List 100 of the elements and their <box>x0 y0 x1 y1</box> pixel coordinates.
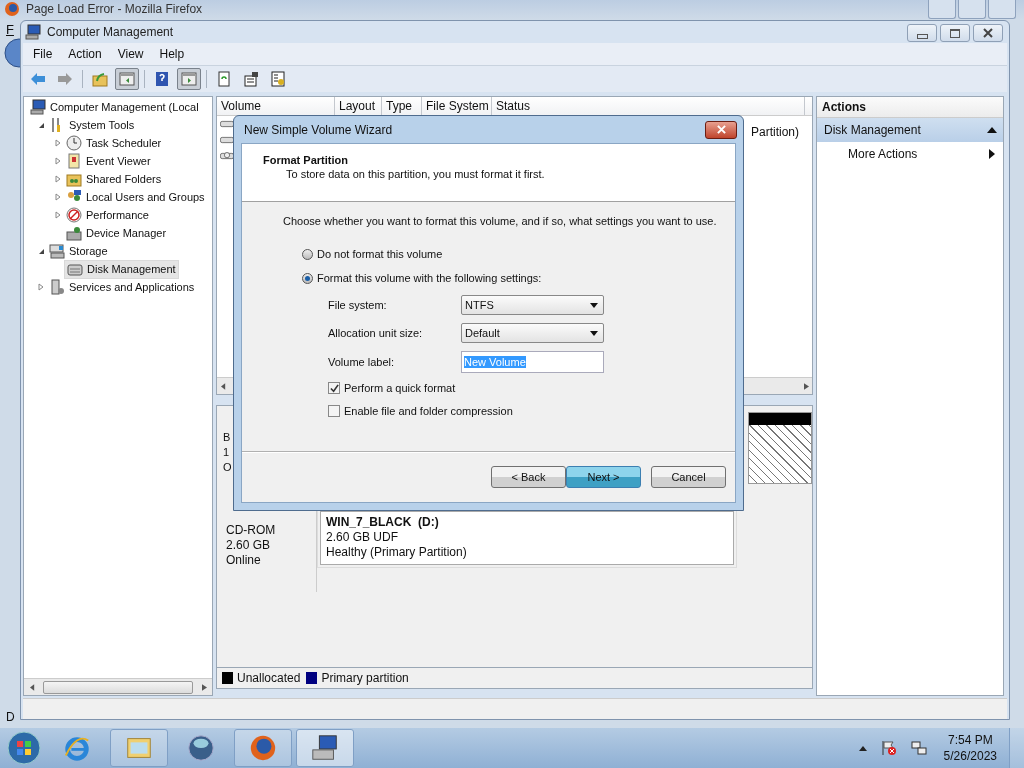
menu-item[interactable]: Help <box>153 45 191 63</box>
collapsed-arrow-icon[interactable] <box>54 175 62 183</box>
actions-header: Actions <box>817 97 1003 118</box>
tree-item[interactable]: Task Scheduler <box>64 134 164 152</box>
pane-toggle-button[interactable] <box>177 68 201 90</box>
actions-section[interactable]: Disk Management <box>817 118 1003 142</box>
scrollbar-thumb[interactable] <box>43 680 193 694</box>
minimize-button[interactable] <box>907 24 937 42</box>
field-label: File system: <box>328 299 388 311</box>
partition-block[interactable]: WIN_7_BLACK (D:) 2.60 GB UDF Healthy (Primary Partition) <box>320 511 734 565</box>
close-icon <box>982 28 994 38</box>
window-title: Computer Management <box>47 25 174 39</box>
show-hidden-icons-icon[interactable] <box>858 745 867 751</box>
close-icon <box>715 125 727 134</box>
disk-info-text: B <box>223 430 232 445</box>
action-item[interactable]: More Actions <box>817 142 1003 166</box>
network-icon[interactable] <box>910 740 927 756</box>
tree-item[interactable]: Local Users and Groups <box>64 188 207 206</box>
pane-icon <box>119 71 135 87</box>
menu-item[interactable]: Action <box>62 45 108 63</box>
drive-icon <box>220 135 234 145</box>
dropdown-caret-icon <box>590 302 598 308</box>
window-title: Page Load Error - Mozilla Firefox <box>26 1 203 18</box>
folder-icon <box>66 171 82 187</box>
clock-icon <box>66 135 82 151</box>
partition-size: 2.60 GB UDF <box>326 530 400 545</box>
close-button[interactable] <box>705 120 737 139</box>
collapse-arrow-icon[interactable] <box>987 127 997 133</box>
tree-item[interactable]: Shared Folders <box>64 170 164 188</box>
computer-icon <box>25 24 41 40</box>
checkbox-option[interactable]: Enable file and folder compression <box>328 404 735 418</box>
storage-icon <box>49 243 65 259</box>
collapsed-arrow-icon[interactable] <box>54 157 62 165</box>
menu-item[interactable]: View <box>111 45 150 63</box>
taskbar-button[interactable] <box>296 729 354 767</box>
menu-item[interactable]: F <box>6 22 14 37</box>
page-subheading: To store data on this partition, you must format it first. <box>286 168 546 180</box>
table-cell-text: Partition) <box>751 124 800 139</box>
disk-info-text: 1 <box>223 445 231 460</box>
tree-item[interactable]: Storage <box>47 242 110 260</box>
disk-size-text: 2.60 GB <box>226 538 272 553</box>
globe-icon <box>186 733 216 763</box>
legend-label: Primary partition <box>321 671 409 685</box>
tree-item[interactable]: Event Viewer <box>64 152 153 170</box>
tree-item[interactable]: System Tools <box>47 116 137 134</box>
submenu-arrow-icon <box>989 149 995 159</box>
cd-drive-icon <box>220 151 234 161</box>
windows-logo-icon <box>6 730 42 766</box>
wizard-button[interactable]: < Back <box>491 466 566 488</box>
collapsed-arrow-icon[interactable] <box>54 139 62 147</box>
expanded-arrow-icon[interactable] <box>37 247 45 255</box>
back-button-icon[interactable] <box>4 38 20 68</box>
radio-option[interactable]: Do not format this volume <box>302 247 735 261</box>
disk-status-text: Online <box>226 553 262 568</box>
field-label: Allocation unit size: <box>328 327 424 339</box>
right-arrow-icon <box>57 71 73 87</box>
maximize-button[interactable] <box>940 24 970 42</box>
fox-icon <box>248 733 278 763</box>
flag-icon[interactable] <box>880 740 897 756</box>
status-text: D <box>6 710 15 724</box>
taskbar-button[interactable] <box>234 729 292 767</box>
collapsed-arrow-icon[interactable] <box>54 211 62 219</box>
collapsed-arrow-icon[interactable] <box>37 283 45 291</box>
partition-status: Healthy (Primary Partition) <box>326 545 468 560</box>
tree-item[interactable]: Performance <box>64 206 151 224</box>
start-button[interactable] <box>4 730 44 766</box>
disk-info-text: O <box>223 460 233 475</box>
unallocated-region[interactable] <box>748 412 812 484</box>
computer-icon <box>30 99 46 115</box>
firefox-icon <box>4 1 20 17</box>
legend-label: Unallocated <box>237 671 301 685</box>
dropdown[interactable]: NTFS <box>461 295 604 315</box>
radio-option[interactable]: Format this volume with the following settings: <box>302 271 735 285</box>
clock-time[interactable]: 7:54 PM <box>947 732 993 748</box>
computer-icon <box>310 733 340 763</box>
collapsed-arrow-icon[interactable] <box>54 193 62 201</box>
page-heading: Format Partition <box>263 154 349 166</box>
tree-item[interactable]: Services and Applications <box>47 278 197 296</box>
dialog-title: New Simple Volume Wizard <box>244 122 393 137</box>
tree-item[interactable]: Device Manager <box>64 224 169 242</box>
pane-toggle-button[interactable] <box>115 68 139 90</box>
document-icon <box>243 71 259 87</box>
wizard-button[interactable]: Cancel <box>651 466 726 488</box>
tree-item[interactable]: Computer Management (Local <box>28 98 201 116</box>
left-arrow-icon <box>30 71 46 87</box>
clock-date[interactable]: 5/26/2023 <box>943 748 997 764</box>
expanded-arrow-icon[interactable] <box>37 121 45 129</box>
menu-item[interactable]: File <box>27 45 59 63</box>
list-icon <box>270 71 286 87</box>
checkbox-option[interactable]: Perform a quick format <box>328 381 735 395</box>
wizard-button[interactable]: Next > <box>566 466 641 488</box>
device-icon <box>66 225 82 241</box>
dropdown[interactable]: Default <box>461 323 604 343</box>
tree-item[interactable]: Disk Management <box>64 259 179 279</box>
close-button[interactable] <box>973 24 1003 42</box>
checkmark-icon <box>329 383 339 393</box>
partition-name: WIN_7_BLACK (D:) <box>326 515 440 530</box>
gauge-icon <box>66 207 82 223</box>
refresh-icon <box>216 71 232 87</box>
section-title: Disk Management <box>824 123 921 137</box>
